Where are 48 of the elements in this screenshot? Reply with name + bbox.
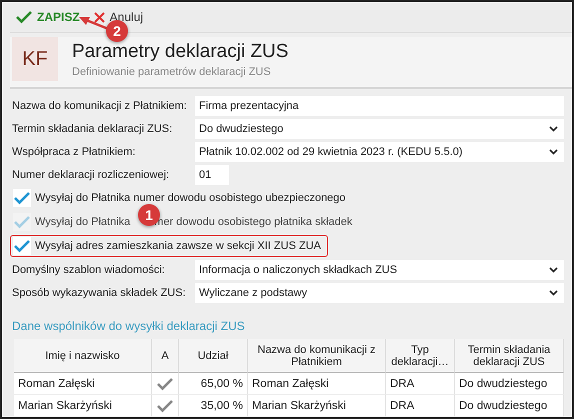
dropdown-field[interactable]: Informacja o naliczonych składkach ZUS [195,260,564,280]
table-cell: 65,00 % [179,373,248,395]
field-label: Numer deklaracji rozliczeniowej: [12,168,170,180]
table-cell: Roman Załęski [14,373,152,395]
field-label: Sposób wykazywania składek ZUS: [12,286,187,298]
column-header[interactable]: A [152,339,179,373]
checkbox-label: Wysyłaj do Płatnika [35,216,130,228]
table-cell: Marian Skarżyński [248,395,386,417]
field-label: Termin składania deklaracji ZUS: [12,122,174,134]
chevron-down-icon [549,148,558,154]
column-header[interactable]: Nazwa do komunikacji z Płatnikiem [248,339,386,373]
annotation-badge: 2 [106,20,128,42]
chevron-down-icon [549,290,558,296]
page-title: Parametry deklaracji ZUS [72,40,288,62]
checkbox-label: Wysyłaj do Płatnika numer dowodu osobistego ubezpieczonego [35,192,346,204]
company-logo: KF [12,37,58,81]
table-cell: Do dwudziestego [455,373,564,395]
column-header[interactable]: Imię i nazwisko [14,339,152,373]
table-cell: Roman Załęski [248,373,386,395]
checkmark-icon [16,10,32,24]
checkbox[interactable] [13,189,31,207]
save-button[interactable]: ZAPISZ [14,8,82,26]
column-header[interactable]: Udział [179,339,248,373]
field-label: Domyślny szablon wiadomości: [12,264,166,276]
checkmark-icon [14,191,30,205]
checkmark-icon [14,215,30,229]
table-cell: 35,00 % [179,395,248,417]
chevron-down-icon [549,266,558,272]
input-field[interactable]: Firma prezentacyjna [195,96,564,116]
field-label: Nazwa do komunikacji z Płatnikiem: [12,100,188,112]
table-cell: DRA [386,395,455,417]
dropdown-field[interactable]: Wyliczane z podstawy [195,282,564,302]
table-cell: Marian Skarżyński [14,395,152,417]
close-icon [94,12,105,22]
page-subtitle: Definiowanie parametrów deklaracji ZUS [72,66,272,78]
dropdown-field[interactable]: Płatnik 10.02.002 od 29 kwietnia 2023 r. (KEDU 5.5.0) [195,142,564,162]
dropdown-field[interactable]: Do dwudziestego [195,118,564,138]
column-header[interactable]: Typ deklaracji… [386,339,455,373]
section-title: Dane wspólników do wysyłki deklaracji ZUS [12,319,246,333]
input-field[interactable]: 01 [195,164,229,184]
checkbox[interactable] [13,237,31,255]
column-header[interactable]: Termin składania deklaracji ZUS [455,339,564,373]
checkbox-label: Wysyłaj adres zamieszkania zawsze w sekcji XII ZUS ZUA [35,240,321,252]
field-label: Współpraca z Płatnikiem: [12,146,136,158]
table-cell: DRA [386,373,455,395]
checkmark-icon [14,239,30,253]
table-cell: Do dwudziestego [455,395,564,417]
chevron-down-icon [549,126,558,132]
